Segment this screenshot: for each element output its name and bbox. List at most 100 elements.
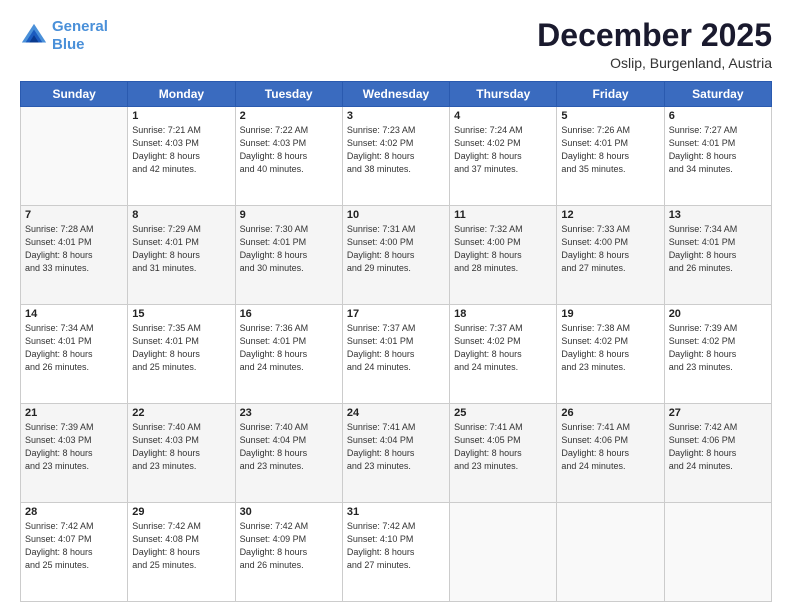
day-info: Sunrise: 7:27 AM Sunset: 4:01 PM Dayligh… — [669, 124, 767, 176]
day-number: 18 — [454, 308, 552, 320]
logo: General Blue — [20, 18, 108, 54]
day-info: Sunrise: 7:42 AM Sunset: 4:08 PM Dayligh… — [132, 520, 230, 572]
logo-text: General Blue — [52, 18, 108, 54]
day-cell: 25Sunrise: 7:41 AM Sunset: 4:05 PM Dayli… — [450, 404, 557, 503]
month-title: December 2025 — [537, 18, 772, 53]
day-cell: 24Sunrise: 7:41 AM Sunset: 4:04 PM Dayli… — [342, 404, 449, 503]
day-cell: 12 Sunrise: 7:33 AM Sunset: 4:00 PM Dayli… — [557, 206, 664, 305]
calendar: SundayMondayTuesdayWednesdayThursdayFrid… — [20, 81, 772, 602]
day-info: Sunrise: 7:40 AM Sunset: 4:04 PM Dayligh… — [240, 421, 338, 473]
day-cell: 19 Sunrise: 7:38 AM Sunset: 4:02 PM Dayli… — [557, 305, 664, 404]
day-info: Sunrise: 7:23 AM Sunset: 4:02 PM Dayligh… — [347, 124, 445, 176]
day-number: 21 — [25, 407, 123, 419]
day-info: Sunrise: 7:42 AM Sunset: 4:09 PM Dayligh… — [240, 520, 338, 572]
day-cell: 11 Sunrise: 7:32 AM Sunset: 4:00 PM Dayli… — [450, 206, 557, 305]
col-header-wednesday: Wednesday — [342, 82, 449, 107]
day-info: Sunrise: 7:21 AM Sunset: 4:03 PM Dayligh… — [132, 124, 230, 176]
day-number: 6 — [669, 110, 767, 122]
day-info: Sunrise: 7:29 AM Sunset: 4:01 PM Dayligh… — [132, 223, 230, 275]
day-number: 23 — [240, 407, 338, 419]
day-info: Sunrise: 7:39 AM Sunset: 4:03 PM Dayligh… — [25, 421, 123, 473]
day-info: Sunrise: 7:32 AM Sunset: 4:00 PM Dayligh… — [454, 223, 552, 275]
day-number: 12 — [561, 209, 659, 221]
day-info: Sunrise: 7:37 AM Sunset: 4:01 PM Dayligh… — [347, 322, 445, 374]
day-number: 3 — [347, 110, 445, 122]
day-number: 27 — [669, 407, 767, 419]
day-number: 30 — [240, 506, 338, 518]
day-cell: 18 Sunrise: 7:37 AM Sunset: 4:02 PM Dayli… — [450, 305, 557, 404]
col-header-saturday: Saturday — [664, 82, 771, 107]
day-info: Sunrise: 7:37 AM Sunset: 4:02 PM Dayligh… — [454, 322, 552, 374]
day-cell: 1 Sunrise: 7:21 AM Sunset: 4:03 PM Daylig… — [128, 107, 235, 206]
page: General Blue December 2025 Oslip, Burgen… — [0, 0, 792, 612]
day-info: Sunrise: 7:42 AM Sunset: 4:10 PM Dayligh… — [347, 520, 445, 572]
day-cell: 15Sunrise: 7:35 AM Sunset: 4:01 PM Dayli… — [128, 305, 235, 404]
day-cell: 2 Sunrise: 7:22 AM Sunset: 4:03 PM Daylig… — [235, 107, 342, 206]
day-number: 20 — [669, 308, 767, 320]
day-number: 1 — [132, 110, 230, 122]
col-header-friday: Friday — [557, 82, 664, 107]
header: General Blue December 2025 Oslip, Burgen… — [20, 18, 772, 71]
location: Oslip, Burgenland, Austria — [537, 55, 772, 71]
week-row: 1 Sunrise: 7:21 AM Sunset: 4:03 PM Daylig… — [21, 107, 772, 206]
day-cell: 7 Sunrise: 7:28 AM Sunset: 4:01 PM Daylig… — [21, 206, 128, 305]
day-number: 24 — [347, 407, 445, 419]
week-row: 21 Sunrise: 7:39 AM Sunset: 4:03 PM Dayli… — [21, 404, 772, 503]
day-info: Sunrise: 7:34 AM Sunset: 4:01 PM Dayligh… — [25, 322, 123, 374]
day-number: 4 — [454, 110, 552, 122]
day-number: 17 — [347, 308, 445, 320]
day-info: Sunrise: 7:35 AM Sunset: 4:01 PM Dayligh… — [132, 322, 230, 374]
day-number: 26 — [561, 407, 659, 419]
logo-line2: Blue — [52, 36, 85, 53]
day-cell: 31 Sunrise: 7:42 AM Sunset: 4:10 PM Dayli… — [342, 503, 449, 602]
day-cell — [21, 107, 128, 206]
day-number: 11 — [454, 209, 552, 221]
day-number: 31 — [347, 506, 445, 518]
week-row: 7 Sunrise: 7:28 AM Sunset: 4:01 PM Daylig… — [21, 206, 772, 305]
col-header-tuesday: Tuesday — [235, 82, 342, 107]
day-cell: 23 Sunrise: 7:40 AM Sunset: 4:04 PM Dayli… — [235, 404, 342, 503]
day-number: 9 — [240, 209, 338, 221]
title-block: December 2025 Oslip, Burgenland, Austria — [537, 18, 772, 71]
day-cell: 6 Sunrise: 7:27 AM Sunset: 4:01 PM Daylig… — [664, 107, 771, 206]
day-number: 29 — [132, 506, 230, 518]
day-cell: 21 Sunrise: 7:39 AM Sunset: 4:03 PM Dayli… — [21, 404, 128, 503]
day-number: 28 — [25, 506, 123, 518]
day-cell: 4Sunrise: 7:24 AM Sunset: 4:02 PM Daylig… — [450, 107, 557, 206]
day-number: 10 — [347, 209, 445, 221]
day-info: Sunrise: 7:42 AM Sunset: 4:06 PM Dayligh… — [669, 421, 767, 473]
day-cell: 3 Sunrise: 7:23 AM Sunset: 4:02 PM Daylig… — [342, 107, 449, 206]
col-header-monday: Monday — [128, 82, 235, 107]
day-cell: 10Sunrise: 7:31 AM Sunset: 4:00 PM Dayli… — [342, 206, 449, 305]
day-info: Sunrise: 7:30 AM Sunset: 4:01 PM Dayligh… — [240, 223, 338, 275]
day-cell — [664, 503, 771, 602]
day-cell: 8Sunrise: 7:29 AM Sunset: 4:01 PM Daylig… — [128, 206, 235, 305]
week-row: 28 Sunrise: 7:42 AM Sunset: 4:07 PM Dayli… — [21, 503, 772, 602]
day-number: 7 — [25, 209, 123, 221]
week-row: 14 Sunrise: 7:34 AM Sunset: 4:01 PM Dayli… — [21, 305, 772, 404]
logo-line1: General — [52, 18, 108, 35]
day-info: Sunrise: 7:42 AM Sunset: 4:07 PM Dayligh… — [25, 520, 123, 572]
day-number: 22 — [132, 407, 230, 419]
day-info: Sunrise: 7:28 AM Sunset: 4:01 PM Dayligh… — [25, 223, 123, 275]
day-number: 14 — [25, 308, 123, 320]
col-header-thursday: Thursday — [450, 82, 557, 107]
day-info: Sunrise: 7:26 AM Sunset: 4:01 PM Dayligh… — [561, 124, 659, 176]
day-info: Sunrise: 7:38 AM Sunset: 4:02 PM Dayligh… — [561, 322, 659, 374]
day-cell: 16Sunrise: 7:36 AM Sunset: 4:01 PM Dayli… — [235, 305, 342, 404]
day-cell: 22Sunrise: 7:40 AM Sunset: 4:03 PM Dayli… — [128, 404, 235, 503]
day-info: Sunrise: 7:22 AM Sunset: 4:03 PM Dayligh… — [240, 124, 338, 176]
day-number: 16 — [240, 308, 338, 320]
day-cell: 20Sunrise: 7:39 AM Sunset: 4:02 PM Dayli… — [664, 305, 771, 404]
day-number: 5 — [561, 110, 659, 122]
day-info: Sunrise: 7:34 AM Sunset: 4:01 PM Dayligh… — [669, 223, 767, 275]
day-number: 25 — [454, 407, 552, 419]
day-cell: 5 Sunrise: 7:26 AM Sunset: 4:01 PM Daylig… — [557, 107, 664, 206]
day-number: 13 — [669, 209, 767, 221]
day-cell: 29 Sunrise: 7:42 AM Sunset: 4:08 PM Dayli… — [128, 503, 235, 602]
day-cell: 26Sunrise: 7:41 AM Sunset: 4:06 PM Dayli… — [557, 404, 664, 503]
day-number: 19 — [561, 308, 659, 320]
day-cell: 13 Sunrise: 7:34 AM Sunset: 4:01 PM Dayli… — [664, 206, 771, 305]
day-number: 2 — [240, 110, 338, 122]
day-info: Sunrise: 7:33 AM Sunset: 4:00 PM Dayligh… — [561, 223, 659, 275]
